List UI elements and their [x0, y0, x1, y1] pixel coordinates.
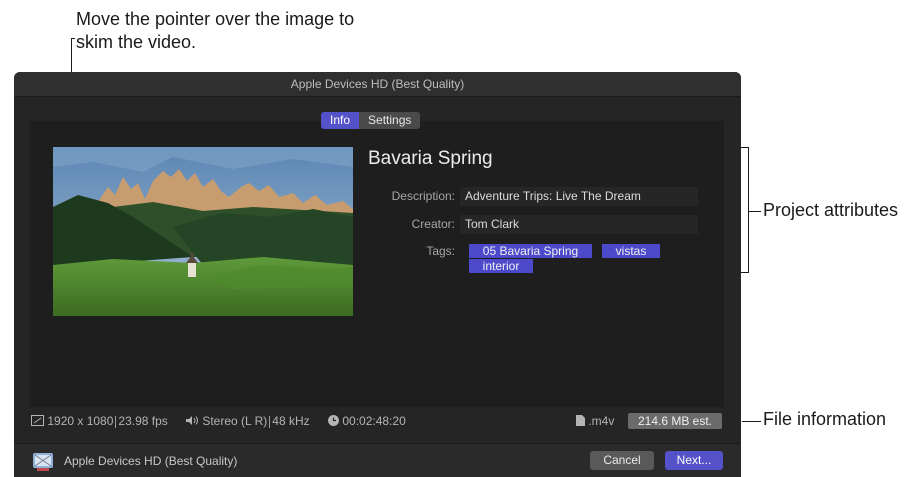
- apple-devices-preset-icon: [33, 453, 53, 471]
- separator: [269, 415, 271, 428]
- speaker-icon: [186, 416, 198, 425]
- callout-bracket-tick: [749, 211, 761, 212]
- creator-field[interactable]: Tom Clark: [460, 215, 698, 234]
- tab-group: Info Settings: [321, 112, 421, 129]
- project-title: Bavaria Spring: [368, 148, 493, 169]
- creator-label: Creator:: [411, 217, 455, 231]
- tab-info[interactable]: Info: [321, 112, 360, 129]
- callout-bracket-top: [740, 147, 749, 148]
- callout-project-attributes: Project attributes: [763, 200, 899, 220]
- clock-icon: [328, 415, 339, 426]
- file-info-bar: 1920 x 1080 23.98 fps Stereo (L R) 48 kHz …: [14, 412, 741, 430]
- description-field[interactable]: Adventure Trips: Live The Dream: [460, 187, 698, 206]
- frame-rate-text: 23.98 fps: [118, 414, 168, 428]
- tab-settings[interactable]: Settings: [359, 112, 421, 129]
- dialog-footer: Apple Devices HD (Best Quality) Cancel N…: [14, 443, 741, 477]
- callout-leader-line-file: [742, 421, 761, 422]
- next-button[interactable]: Next...: [665, 451, 723, 470]
- cancel-button[interactable]: Cancel: [590, 451, 654, 470]
- tags-label: Tags:: [426, 244, 455, 258]
- callout-bracket-vertical: [748, 147, 749, 273]
- tag-token[interactable]: 05 Bavaria Spring: [469, 244, 592, 258]
- separator: [115, 415, 117, 428]
- share-dialog: Apple Devices HD (Best Quality) Info Set…: [14, 72, 741, 477]
- callout-leader-tick-top: [71, 38, 75, 39]
- tag-token[interactable]: vistas: [602, 244, 660, 258]
- estimated-size-badge: 214.6 MB est.: [628, 413, 722, 429]
- window-title: Apple Devices HD (Best Quality): [14, 72, 741, 97]
- audio-channels-text: Stereo (L R): [202, 414, 268, 428]
- preset-label: Apple Devices HD (Best Quality): [64, 454, 238, 468]
- callout-bracket-bottom: [740, 272, 749, 273]
- file-extension-text: .m4v: [588, 414, 615, 428]
- callout-file-information: File information: [763, 409, 887, 429]
- resolution-text: 1920 x 1080: [47, 414, 114, 428]
- description-label: Description:: [391, 189, 455, 203]
- tag-token[interactable]: interior: [469, 259, 533, 273]
- duration-text: 00:02:48:20: [342, 414, 406, 428]
- file-icon: [576, 415, 585, 426]
- screen-size-icon: [31, 415, 44, 426]
- callout-skim-hint: Move the pointer over the image to skim …: [76, 9, 355, 52]
- sample-rate-text: 48 kHz: [272, 414, 310, 428]
